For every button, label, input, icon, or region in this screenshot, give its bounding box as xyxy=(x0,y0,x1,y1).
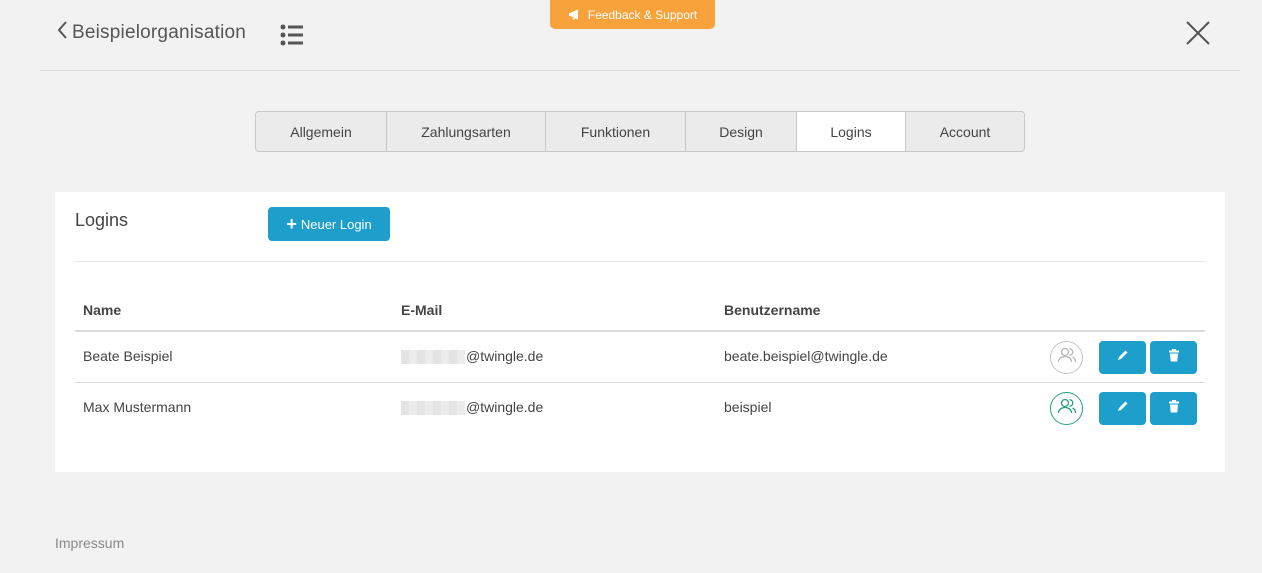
page-title: Beispielorganisation xyxy=(72,21,247,43)
table-row: Max Mustermann @twingle.de beispiel xyxy=(75,383,1205,434)
tab-logins[interactable]: Logins xyxy=(797,112,906,151)
impressum-link[interactable]: Impressum xyxy=(55,535,124,551)
row-email: @twingle.de xyxy=(401,399,543,416)
delete-button[interactable] xyxy=(1150,341,1197,374)
tab-zahlungsarten[interactable]: Zahlungsarten xyxy=(387,112,546,151)
header-name: Name xyxy=(83,302,122,318)
header-email: E-Mail xyxy=(401,302,443,318)
row-email: @twingle.de xyxy=(401,348,543,365)
row-username: beate.beispiel@twingle.de xyxy=(724,348,888,364)
settings-tabs: Allgemein Zahlungsarten Funktionen Desig… xyxy=(255,111,1025,152)
logins-card: Logins + Neuer Login Name E-Mail Benutze… xyxy=(55,192,1225,472)
pencil-icon xyxy=(1116,349,1129,367)
tab-design[interactable]: Design xyxy=(686,112,797,151)
trash-icon xyxy=(1168,348,1180,367)
row-username: beispiel xyxy=(724,399,772,415)
redacted-email xyxy=(401,401,465,416)
edit-button[interactable] xyxy=(1099,392,1146,425)
table-row: Beate Beispiel @twingle.de beate.beispie… xyxy=(75,332,1205,383)
list-icon[interactable] xyxy=(280,24,304,51)
row-name: Beate Beispiel xyxy=(83,348,173,364)
trash-icon xyxy=(1168,399,1180,418)
back-link[interactable]: Beispielorganisation xyxy=(56,20,246,45)
table-header: Name E-Mail Benutzername xyxy=(75,292,1205,332)
users-icon xyxy=(1057,346,1077,369)
header-username: Benutzername xyxy=(724,302,821,318)
header: Beispielorganisation xyxy=(40,0,1240,71)
tab-allgemein[interactable]: Allgemein xyxy=(256,112,387,151)
chevron-left-icon xyxy=(56,20,68,45)
pencil-icon xyxy=(1116,400,1129,418)
redacted-email xyxy=(401,350,465,365)
delete-button[interactable] xyxy=(1150,392,1197,425)
new-login-label: Neuer Login xyxy=(300,216,372,232)
close-icon[interactable] xyxy=(1185,20,1211,51)
plus-icon: + xyxy=(286,214,297,234)
logins-table: Name E-Mail Benutzername Beate Beispiel … xyxy=(75,292,1205,434)
card-title: Logins xyxy=(75,210,129,230)
new-login-button[interactable]: + Neuer Login xyxy=(268,207,390,241)
admin-toggle[interactable] xyxy=(1050,392,1083,425)
divider xyxy=(75,261,1205,262)
admin-toggle[interactable] xyxy=(1050,341,1083,374)
users-icon xyxy=(1057,397,1077,420)
edit-button[interactable] xyxy=(1099,341,1146,374)
tab-account[interactable]: Account xyxy=(906,112,1024,151)
tab-funktionen[interactable]: Funktionen xyxy=(546,112,686,151)
row-name: Max Mustermann xyxy=(83,399,192,415)
